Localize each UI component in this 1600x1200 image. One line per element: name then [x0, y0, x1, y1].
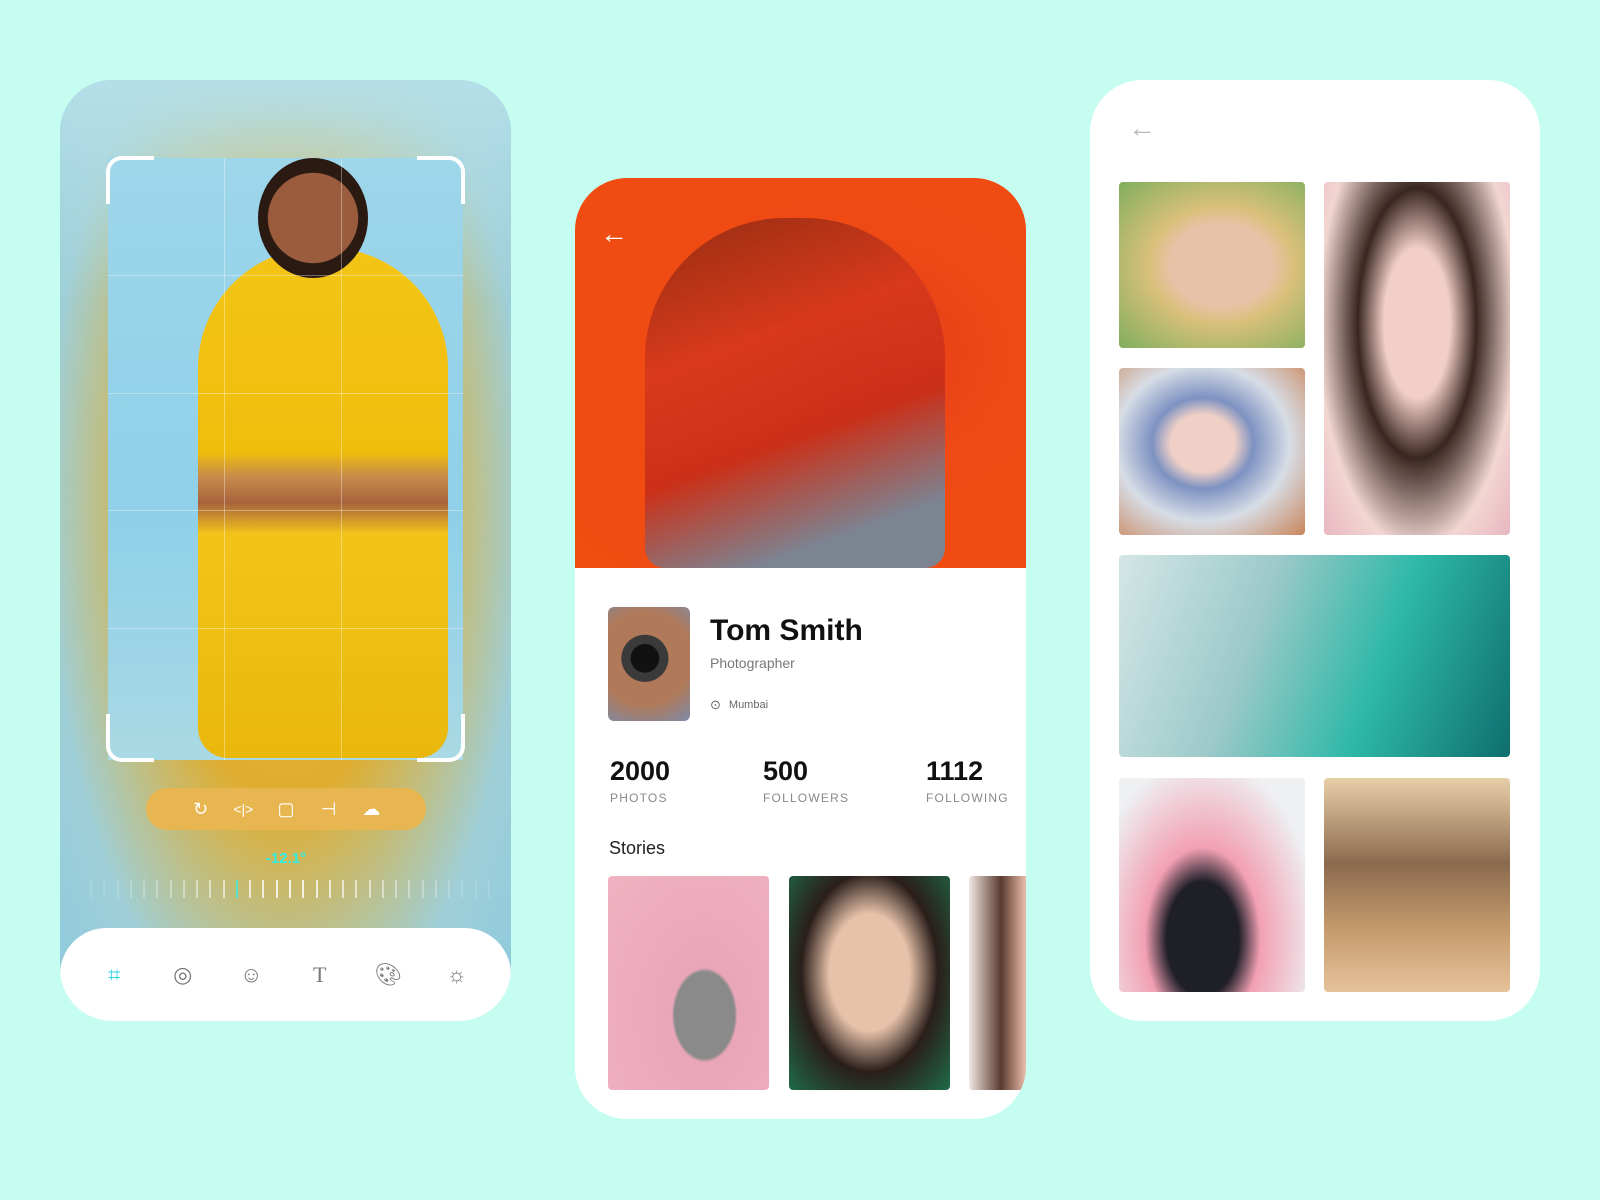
crop-grid-line [108, 275, 463, 276]
stat-value: 2000 [610, 756, 671, 786]
crop-grid-line [108, 510, 463, 511]
rotate-icon[interactable]: ↻ [189, 799, 213, 820]
slider-tick [249, 880, 252, 898]
slider-tick [169, 880, 172, 898]
slider-tick [408, 880, 411, 898]
text-icon[interactable]: T [305, 962, 335, 988]
sticker-icon[interactable]: ☺ [236, 962, 266, 988]
slider-tick [129, 880, 132, 898]
back-arrow-icon[interactable]: ← [600, 218, 628, 250]
cloud-icon[interactable]: ☁ [359, 799, 383, 820]
flip-icon[interactable]: <|> [231, 801, 255, 817]
slider-tick [421, 880, 424, 898]
crop-handle-top-right[interactable] [417, 156, 465, 204]
crop-grid-line [341, 158, 342, 760]
angle-value: -12.1° [265, 850, 307, 867]
filters-icon[interactable]: ◎ [168, 962, 198, 988]
aspect-ratio-icon[interactable]: ▢ [274, 799, 298, 820]
slider-tick [395, 880, 398, 898]
slider-tick [342, 880, 345, 898]
slider-tick [103, 880, 106, 898]
stat-following[interactable]: 1112 FOLLOWING [926, 756, 1009, 805]
stat-value: 500 [763, 756, 809, 786]
slider-tick [116, 880, 119, 898]
avatar[interactable] [608, 607, 690, 721]
slider-tick [275, 880, 278, 898]
profile-location: ⊙ Mumbai [710, 697, 768, 713]
back-arrow-icon[interactable]: ← [1128, 112, 1156, 144]
slider-tick [262, 880, 265, 898]
slider-tick [368, 880, 371, 898]
slider-tick [461, 880, 464, 898]
gallery-photo[interactable] [1324, 778, 1510, 992]
slider-tick [328, 880, 331, 898]
slider-tick [235, 880, 238, 898]
story-item[interactable] [969, 876, 1026, 1090]
slider-tick [288, 880, 291, 898]
crop-icon[interactable]: ⌗ [99, 962, 129, 988]
slider-tick [474, 880, 477, 898]
location-text: Mumbai [728, 699, 769, 711]
gallery-photo[interactable] [1119, 778, 1305, 992]
gallery-photo[interactable] [1324, 182, 1510, 535]
profile-screen: ← Tom Smith Photographer ⊙ Mumbai 2000 P… [575, 178, 1026, 1119]
cover-photo [575, 178, 1026, 568]
stat-followers[interactable]: 500 FOLLOWERS [763, 756, 849, 805]
story-item[interactable] [608, 876, 769, 1090]
crop-handle-bottom-right[interactable] [417, 714, 465, 762]
crop-handle-bottom-left[interactable] [106, 714, 154, 762]
slider-tick [487, 880, 490, 898]
profile-role: Photographer [710, 655, 795, 671]
stories-heading: Stories [609, 838, 666, 858]
subject [198, 248, 448, 758]
stat-label: FOLLOWERS [763, 791, 850, 805]
slider-tick [90, 880, 92, 898]
location-pin-icon: ⊙ [710, 697, 721, 712]
crop-grid-line [108, 628, 463, 629]
gallery-photo[interactable] [1119, 555, 1510, 757]
crop-toolbar: ↻ <|> ▢ ⊣ ☁ [146, 788, 426, 830]
perspective-icon[interactable]: ⊣ [317, 799, 341, 820]
photo-editor-screen: ↻ <|> ▢ ⊣ ☁ -12.1° ⌗ ◎ ☺ T 🎨︎ ☼ [60, 80, 511, 1021]
stat-photos[interactable]: 2000 PHOTOS [610, 756, 670, 805]
slider-tick [143, 880, 146, 898]
crop-grid-line [224, 158, 225, 760]
slider-tick [182, 880, 185, 898]
cover-subject [645, 218, 945, 568]
slider-tick [209, 880, 212, 898]
stat-label: PHOTOS [610, 791, 668, 805]
gallery-photo[interactable] [1119, 182, 1305, 348]
slider-tick [302, 880, 305, 898]
brightness-icon[interactable]: ☼ [442, 962, 472, 988]
crop-grid-line [108, 393, 463, 394]
stat-value: 1112 [926, 756, 984, 786]
slider-tick [448, 880, 451, 898]
stat-label: FOLLOWING [926, 791, 1009, 805]
slider-tick [196, 880, 199, 898]
slider-tick [156, 880, 159, 898]
subject-head [258, 158, 368, 278]
story-item[interactable] [789, 876, 950, 1090]
slider-tick [381, 880, 384, 898]
angle-slider[interactable] [90, 880, 490, 898]
palette-icon[interactable]: 🎨︎ [373, 962, 403, 988]
slider-tick [434, 880, 437, 898]
profile-name: Tom Smith [710, 614, 863, 647]
slider-tick [315, 880, 318, 898]
crop-handle-top-left[interactable] [106, 156, 154, 204]
editor-tool-bar: ⌗ ◎ ☺ T 🎨︎ ☼ [60, 928, 511, 1021]
slider-tick [222, 880, 225, 898]
gallery-screen: ← [1090, 80, 1540, 1021]
gallery-photo[interactable] [1119, 368, 1305, 535]
edited-photo [108, 158, 463, 760]
slider-tick [355, 880, 358, 898]
